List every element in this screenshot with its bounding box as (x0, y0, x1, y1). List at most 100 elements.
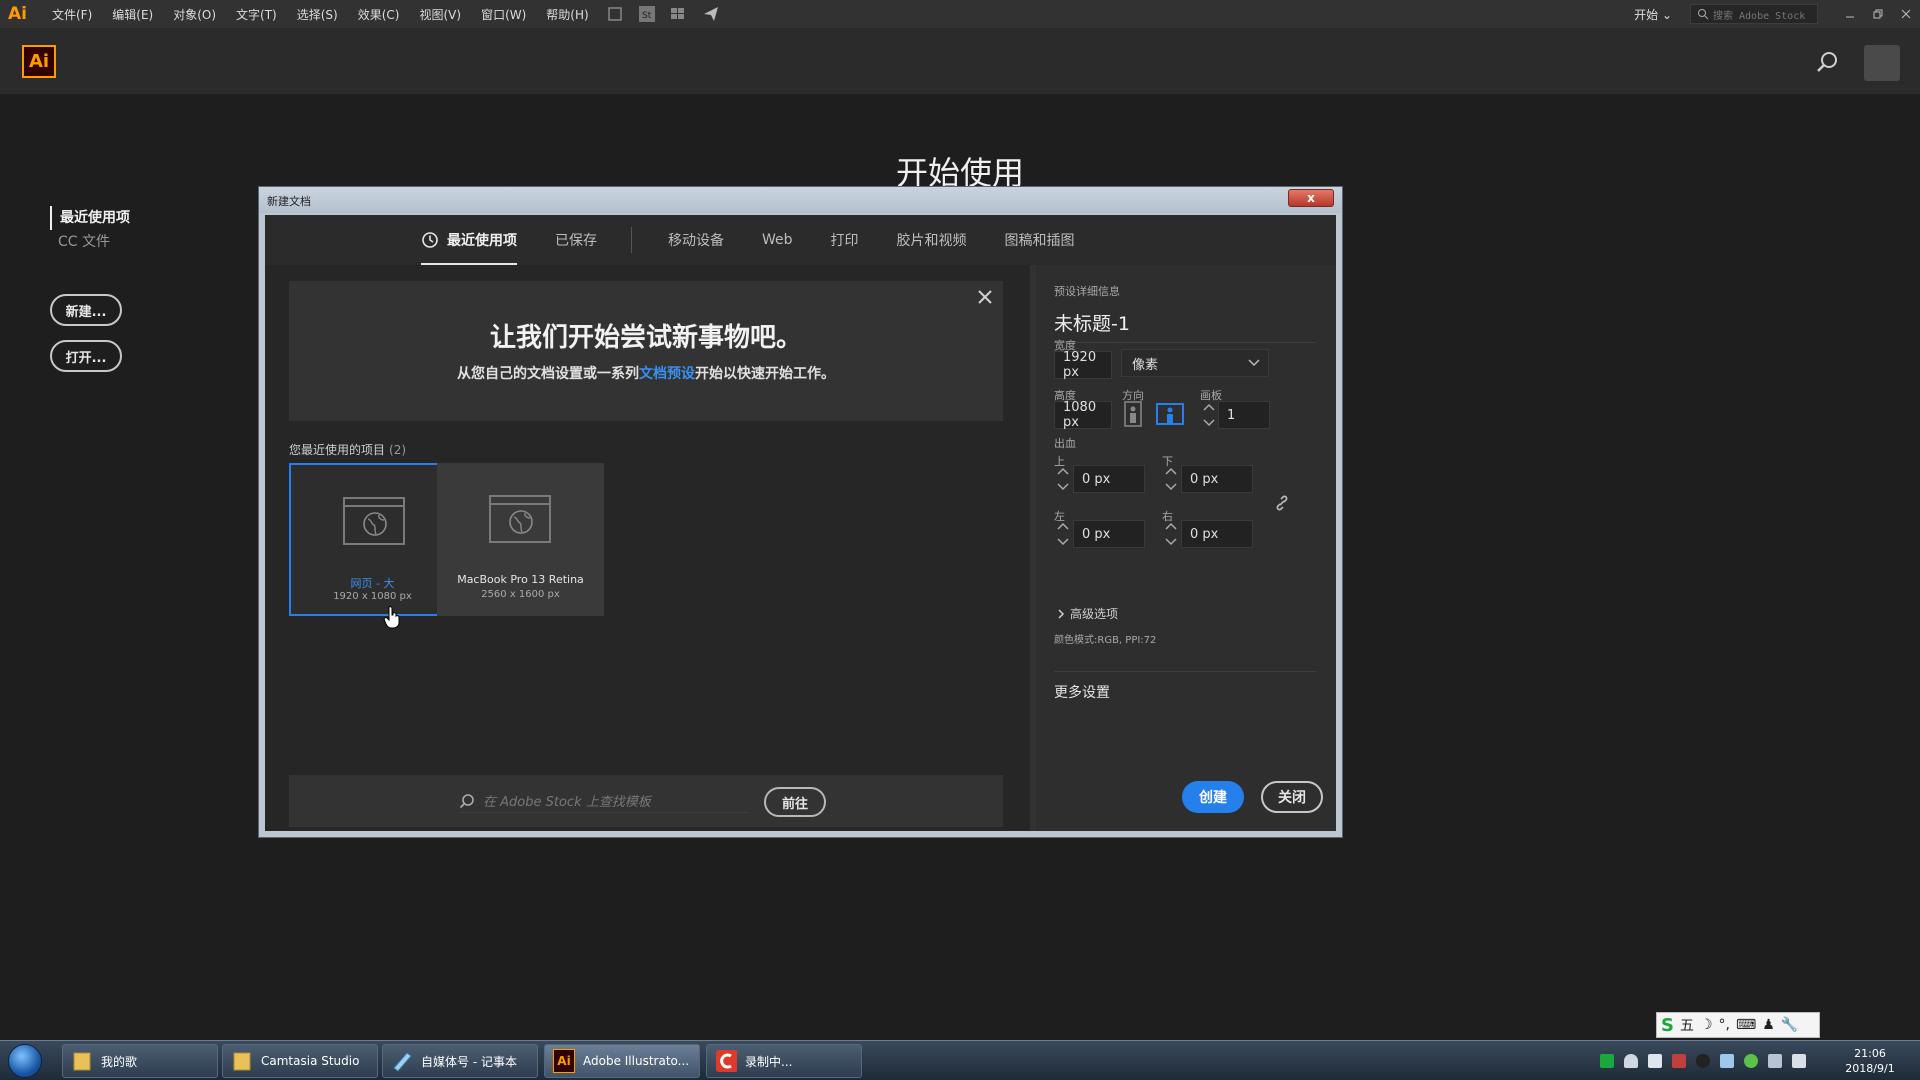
stock-template-input[interactable]: 在 Adobe Stock 上查找模板 (459, 789, 749, 813)
preset-details-pane: 预设详细信息 未标题-1 宽度 1920 px 像素 高度 1080 px 方向… (1036, 265, 1336, 831)
user-avatar[interactable] (1864, 45, 1900, 81)
search-icon (459, 793, 474, 808)
user-icon[interactable]: ♟ (1762, 1017, 1775, 1033)
menu-edit[interactable]: 编辑(E) (112, 6, 153, 23)
tab-divider (631, 227, 632, 253)
banner-subtitle-post: 开始以快速开始工作。 (695, 366, 835, 382)
menubar-right: 开始 ⌄ 搜索 Adobe Stock (1634, 0, 1920, 28)
dialog-close-button[interactable]: x (1288, 189, 1334, 207)
menu-file[interactable]: 文件(F) (52, 6, 92, 23)
send-icon[interactable] (703, 6, 719, 22)
tab-mobile[interactable]: 移动设备 (668, 215, 724, 265)
new-button[interactable]: 新建... (50, 294, 122, 326)
new-document-dialog: 新建文档 x 最近使用项 已保存 移动设备 Web 打印 胶片和视频 图稿和插图… (258, 186, 1343, 838)
start-button[interactable] (8, 1044, 42, 1078)
system-clock[interactable]: 21:06 2018/9/1 (1826, 1046, 1914, 1076)
mail-icon[interactable] (1648, 1054, 1662, 1068)
unit-select[interactable]: 像素 (1121, 349, 1269, 377)
workspace-switcher[interactable]: 开始 ⌄ (1634, 6, 1672, 23)
bleed-right-input[interactable]: 0 px (1181, 520, 1253, 548)
ime-toolbar: S 五 ☽ °, ⌨ ♟ 🔧 (1656, 1012, 1820, 1038)
create-button[interactable]: 创建 (1182, 781, 1244, 813)
tab-art-illustration[interactable]: 图稿和插图 (1005, 215, 1075, 265)
bridge-icon[interactable] (607, 6, 623, 22)
landscape-orientation-icon[interactable] (1156, 401, 1184, 427)
menu-window[interactable]: 窗口(W) (481, 6, 526, 23)
width-input[interactable]: 1920 px (1054, 350, 1112, 380)
security-icon[interactable] (1744, 1054, 1758, 1068)
artboards-stepper[interactable] (1202, 401, 1216, 429)
bleed-right-stepper[interactable] (1164, 520, 1178, 548)
taskbar-item-camtasia[interactable]: Camtasia Studio (222, 1044, 378, 1078)
bleed-top-stepper[interactable] (1056, 465, 1070, 493)
recent-items-label: 您最近使用的项目 (2) (289, 441, 406, 458)
tab-saved[interactable]: 已保存 (555, 215, 597, 265)
sidebar-item-cc-files[interactable]: CC 文件 (50, 230, 130, 254)
keyboard-icon[interactable]: ⌨ (1736, 1017, 1756, 1033)
banner-close-button[interactable] (977, 289, 993, 305)
folder-icon (231, 1049, 253, 1073)
recent-label-text: 您最近使用的项目 (289, 443, 386, 457)
ime-mode[interactable]: 五 (1680, 1015, 1694, 1035)
preset-card-macbook[interactable]: MacBook Pro 13 Retina 2560 x 1600 px (437, 463, 604, 616)
volume-icon[interactable] (1792, 1054, 1806, 1068)
preset-card-size: 2560 x 1600 px (481, 589, 560, 600)
close-button[interactable]: 关闭 (1261, 781, 1323, 813)
artboards-input[interactable]: 1 (1218, 401, 1270, 429)
tab-web[interactable]: Web (762, 215, 793, 265)
taskbar-label: 录制中... (745, 1054, 793, 1069)
stock-icon[interactable]: St (638, 6, 655, 22)
link-icon[interactable] (1272, 493, 1292, 513)
menu-view[interactable]: 视图(V) (419, 6, 461, 23)
stock-search-input[interactable]: 搜索 Adobe Stock (1690, 4, 1818, 24)
taskbar-item-illustrator[interactable]: Ai Adobe Illustrato... (544, 1044, 700, 1078)
usb-icon[interactable] (1720, 1054, 1734, 1068)
tab-recent[interactable]: 最近使用项 (421, 215, 517, 265)
menu-effect[interactable]: 效果(C) (358, 6, 400, 23)
more-settings-button[interactable]: 更多设置 (1054, 671, 1316, 702)
sidebar-item-recent[interactable]: 最近使用项 (50, 206, 130, 230)
preset-category-tabs: 最近使用项 已保存 移动设备 Web 打印 胶片和视频 图稿和插图 (265, 215, 1336, 265)
bleed-left-input[interactable]: 0 px (1073, 520, 1145, 548)
menu-type[interactable]: 文字(T) (236, 6, 277, 23)
document-presets-link[interactable]: 文档预设 (639, 366, 695, 382)
bleed-top-input[interactable]: 0 px (1073, 465, 1145, 493)
height-input[interactable]: 1080 px (1054, 400, 1112, 430)
dialog-titlebar[interactable]: 新建文档 x (259, 187, 1342, 213)
taskbar-item-recording[interactable]: 录制中... (706, 1044, 862, 1078)
sogou-tray-icon[interactable] (1600, 1054, 1614, 1068)
banner-title: 让我们开始尝试新事物吧。 (489, 323, 802, 353)
punctuation-icon[interactable]: °, (1719, 1017, 1730, 1033)
taskbar-item-notepad[interactable]: 自媒体号 - 记事本 (382, 1044, 538, 1078)
open-button[interactable]: 打开... (50, 340, 122, 372)
menu-object[interactable]: 对象(O) (173, 6, 216, 23)
go-button[interactable]: 前往 (764, 787, 826, 817)
welcome-banner: 让我们开始尝试新事物吧。 从您自己的文档设置或一系列文档预设开始以快速开始工作。 (289, 281, 1003, 421)
document-name-input[interactable]: 未标题-1 (1054, 309, 1316, 343)
bleed-bottom-stepper[interactable] (1164, 465, 1178, 493)
tab-film-video[interactable]: 胶片和视频 (897, 215, 967, 265)
search-icon[interactable] (1816, 50, 1840, 74)
arrange-documents-icon[interactable] (670, 6, 687, 22)
menu-select[interactable]: 选择(S) (297, 6, 338, 23)
portrait-orientation-icon[interactable] (1122, 401, 1144, 427)
advanced-options-toggle[interactable]: 高级选项 (1056, 605, 1118, 622)
moon-icon[interactable]: ☽ (1700, 1017, 1713, 1033)
network-icon[interactable] (1768, 1054, 1782, 1068)
stock-template-search: 在 Adobe Stock 上查找模板 前往 (289, 775, 1003, 827)
taskbar-item-folder[interactable]: 我的歌 (62, 1044, 218, 1078)
qq-icon[interactable] (1696, 1054, 1710, 1068)
tab-print[interactable]: 打印 (831, 215, 859, 265)
bleed-bottom-input[interactable]: 0 px (1181, 465, 1253, 493)
wrench-icon[interactable]: 🔧 (1781, 1017, 1798, 1033)
restore-button[interactable] (1864, 0, 1892, 28)
bleed-left-stepper[interactable] (1056, 520, 1070, 548)
preset-card-web-large[interactable]: 网页 - 大 1920 x 1080 px (289, 463, 456, 629)
sogou-logo[interactable]: S (1661, 1015, 1674, 1036)
bell-icon[interactable] (1624, 1054, 1638, 1068)
app-tray-icon[interactable] (1672, 1054, 1686, 1068)
menu-help[interactable]: 帮助(H) (546, 6, 588, 23)
window-close-button[interactable] (1892, 0, 1920, 28)
tab-label: 最近使用项 (447, 233, 517, 249)
minimize-button[interactable] (1836, 0, 1864, 28)
